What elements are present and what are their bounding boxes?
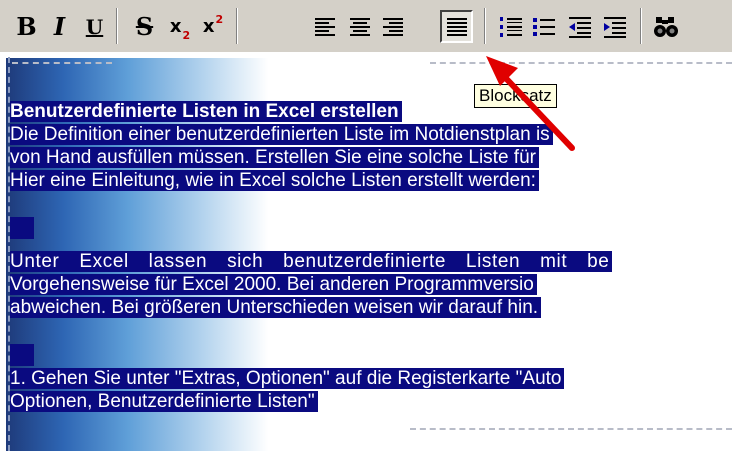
annotation-arrow-icon bbox=[486, 56, 575, 151]
